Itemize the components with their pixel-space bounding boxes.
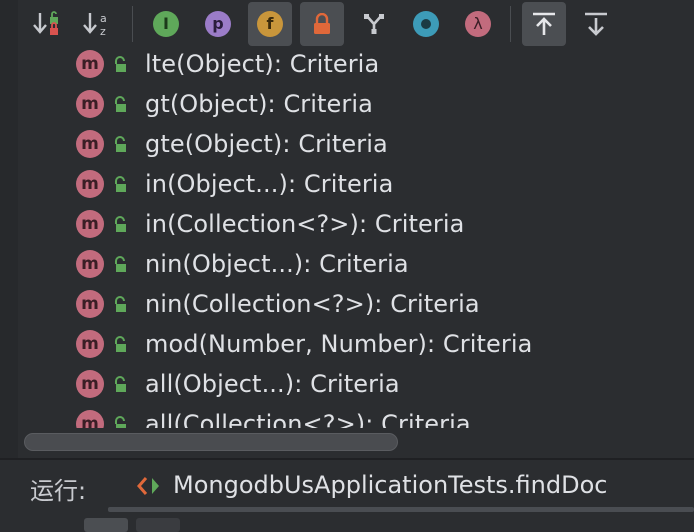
sort-alphabetically-button[interactable]: a z (76, 2, 120, 46)
horizontal-scrollbar-thumb[interactable] (24, 433, 398, 451)
member-signature: all(Object...): Criteria (145, 370, 400, 398)
member-signature: gt(Object): Criteria (145, 90, 373, 118)
member-signature: mod(Number, Number): Criteria (145, 330, 533, 358)
public-lock-icon (115, 216, 126, 232)
run-toolbar-partial (0, 512, 694, 532)
run-config-tab[interactable]: MongodbUsApplicationTests.findDoc (173, 471, 607, 499)
list-item[interactable]: m all(Object...): Criteria (18, 364, 694, 404)
method-icon: m (76, 130, 104, 158)
sort-by-visibility-button[interactable] (26, 2, 70, 46)
method-icon: m (76, 410, 104, 428)
public-lock-icon (115, 376, 126, 392)
public-lock-icon (115, 416, 126, 428)
public-lock-icon (115, 336, 126, 352)
public-lock-icon (115, 56, 126, 72)
list-item[interactable]: m mod(Number, Number): Criteria (18, 324, 694, 364)
svg-text:z: z (100, 25, 106, 38)
structure-toolbar: a z I p f λ (18, 0, 694, 49)
inherited-icon: I (153, 11, 179, 37)
svg-text:a: a (100, 12, 107, 25)
show-non-public-button[interactable] (300, 2, 344, 46)
list-item[interactable]: m all(Collection<?>): Criteria (18, 404, 694, 428)
method-icon: m (76, 50, 104, 78)
member-signature: nin(Collection<?>): Criteria (145, 290, 480, 318)
circle-icon (413, 11, 439, 37)
property-icon: p (205, 11, 231, 37)
field-icon: f (257, 11, 283, 37)
list-item[interactable]: m in(Collection<?>): Criteria (18, 204, 694, 244)
method-icon: m (76, 330, 104, 358)
method-icon: m (76, 170, 104, 198)
run-label: 运行: (30, 477, 87, 505)
horizontal-scrollbar[interactable] (18, 428, 694, 458)
list-item[interactable]: m lte(Object): Criteria (18, 48, 694, 84)
left-tool-strip (0, 0, 19, 460)
list-item[interactable]: m nin(Object...): Criteria (18, 244, 694, 284)
collapse-icon (585, 12, 607, 36)
public-lock-icon (115, 96, 126, 112)
member-signature: nin(Object...): Criteria (145, 250, 409, 278)
method-icon: m (76, 370, 104, 398)
method-icon: m (76, 290, 104, 318)
list-item[interactable]: m nin(Collection<?>): Criteria (18, 284, 694, 324)
show-fields-button[interactable]: f (248, 2, 292, 46)
sort-visibility-icon (33, 11, 58, 35)
show-inherited-button[interactable]: I (144, 2, 188, 46)
sort-alpha-icon: a z (83, 12, 107, 38)
lambda-icon: λ (465, 11, 491, 37)
member-signature: in(Collection<?>): Criteria (145, 210, 465, 238)
public-lock-icon (115, 256, 126, 272)
expand-all-button[interactable] (522, 2, 566, 46)
member-signature: lte(Object): Criteria (145, 50, 380, 78)
collapse-all-button[interactable] (574, 2, 618, 46)
run-tool-window-header: 运行: MongodbUsApplicationTests.findDoc (0, 460, 694, 512)
public-lock-icon (115, 136, 126, 152)
method-icon: m (76, 210, 104, 238)
show-properties-button[interactable]: p (196, 2, 240, 46)
lock-icon (314, 13, 330, 34)
method-icon: m (76, 90, 104, 118)
member-signature: in(Object...): Criteria (145, 170, 394, 198)
public-lock-icon (115, 176, 126, 192)
expand-icon (533, 12, 555, 35)
member-signature: gte(Object): Criteria (145, 130, 388, 158)
member-signature: all(Collection<?>): Criteria (145, 410, 471, 428)
run-config-icon (137, 477, 159, 495)
show-lambda-button[interactable]: λ (456, 2, 500, 46)
method-icon: m (76, 250, 104, 278)
anonymous-icon (364, 14, 384, 34)
list-item[interactable]: m gt(Object): Criteria (18, 84, 694, 124)
structure-member-list[interactable]: m lte(Object): Criteria m gt(Object): Crite… (18, 48, 694, 428)
list-item[interactable]: m in(Object...): Criteria (18, 164, 694, 204)
public-lock-icon (115, 296, 126, 312)
show-lambdas-button[interactable] (404, 2, 448, 46)
list-item[interactable]: m gte(Object): Criteria (18, 124, 694, 164)
show-anonymous-button[interactable] (352, 2, 396, 46)
